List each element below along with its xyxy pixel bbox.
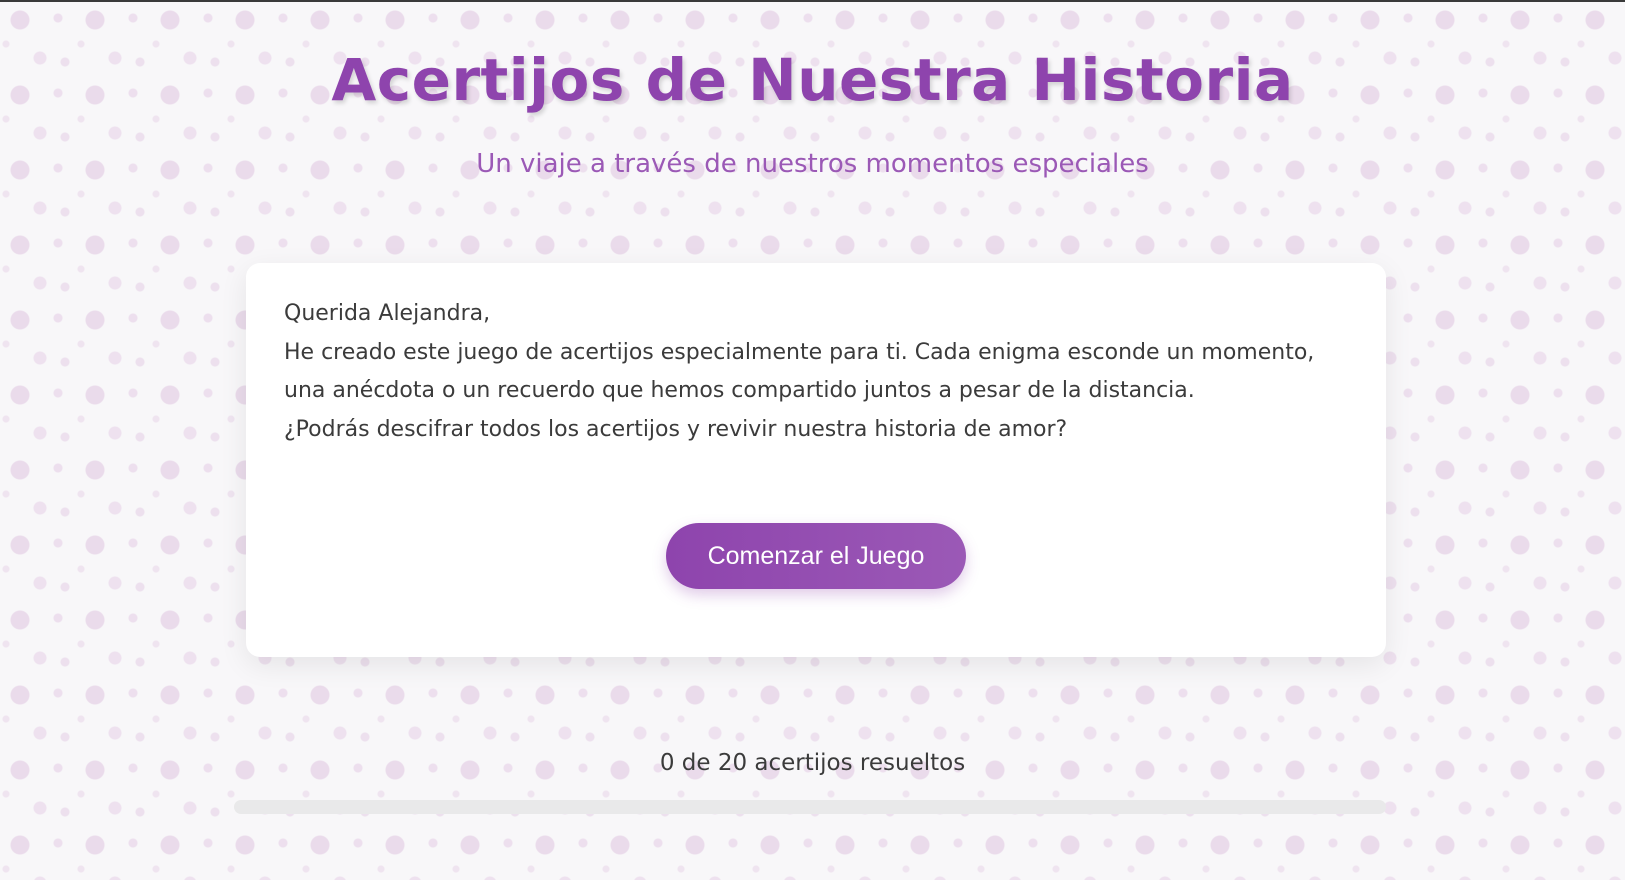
top-border bbox=[0, 0, 1625, 2]
progress-bar bbox=[234, 800, 1386, 814]
intro-paragraph: He creado este juego de acertijos especi… bbox=[284, 339, 1315, 404]
page-subtitle: Un viaje a través de nuestros momentos e… bbox=[476, 149, 1149, 179]
progress-label: 0 de 20 acertijos resueltos bbox=[659, 750, 966, 776]
intro-question: ¿Podrás descifrar todos los acertijos y … bbox=[284, 416, 1068, 442]
greeting-text: Querida Alejandra, bbox=[284, 301, 491, 326]
intro-message: Querida Alejandra, He creado este juego … bbox=[284, 295, 1344, 449]
start-game-button[interactable]: Comenzar el Juego bbox=[666, 523, 966, 589]
page-title: Acertijos de Nuestra Historia bbox=[331, 46, 1294, 114]
intro-card: Querida Alejandra, He creado este juego … bbox=[246, 263, 1386, 657]
